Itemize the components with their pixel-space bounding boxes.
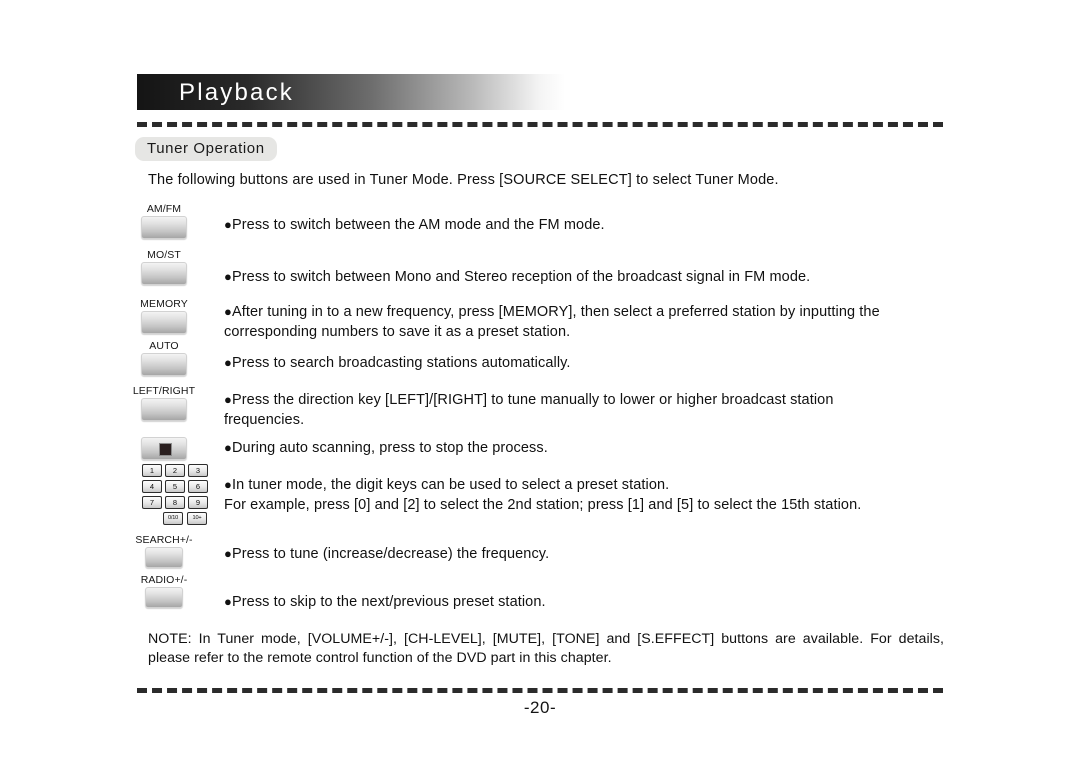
divider-top — [137, 122, 943, 127]
keypad-key-4: 4 — [142, 480, 162, 493]
button-label-left-right: LEFT/RIGHT — [132, 385, 196, 397]
numeric-keypad-graphic: 1 2 3 4 5 6 7 8 9 0/10 10+ — [142, 464, 208, 528]
keypad-key-3: 3 — [188, 464, 208, 477]
button-label-am-fm: AM/FM — [146, 203, 182, 215]
keypad-key-8: 8 — [165, 496, 185, 509]
keypad-key-5: 5 — [165, 480, 185, 493]
bullet-dot-icon: ● — [224, 217, 232, 232]
bullet-item-radio: ●Press to skip to the next/previous pres… — [224, 592, 948, 612]
bullet-item-digit-keys: ●In tuner mode, the digit keys can be us… — [224, 475, 948, 515]
bullet-dot-icon: ● — [224, 269, 232, 284]
bullet-item-left-right: ●Press the direction key [LEFT]/[RIGHT] … — [224, 390, 948, 430]
button-graphic-stop — [138, 436, 190, 460]
keypad-key-6: 6 — [188, 480, 208, 493]
page-title: Playback — [179, 79, 294, 106]
bullet-dot-icon: ● — [224, 304, 232, 319]
button-key-left-right — [141, 398, 187, 421]
button-graphic-auto: AUTO — [138, 340, 190, 376]
page-number: -20- — [523, 698, 557, 717]
button-graphic-radio: RADIO+/- — [132, 574, 196, 608]
bullet-item-mo-st: ●Press to switch between Mono and Stereo… — [224, 267, 948, 287]
button-key-am-fm — [141, 216, 187, 239]
note-line-1: NOTE: In Tuner mode, [VOLUME+/-], [CH-LE… — [148, 631, 892, 647]
bullet-text: In tuner mode, the digit keys can be use… — [231, 477, 670, 493]
bullet-text-line2: For example, press [0] and [2] to select… — [224, 497, 862, 513]
keypad-row: 4 5 6 — [142, 480, 208, 493]
keypad-row: 7 8 9 — [142, 496, 208, 509]
keypad-row: 1 2 3 — [142, 464, 208, 477]
bullet-dot-icon: ● — [224, 355, 232, 370]
bullet-text: Press to tune (increase/decrease) the fr… — [231, 546, 550, 562]
bullet-item-auto: ●Press to search broadcasting stations a… — [224, 353, 948, 373]
bullet-item-stop: ●During auto scanning, press to stop the… — [224, 438, 948, 458]
button-key-auto — [141, 353, 187, 376]
button-label-mo-st: MO/ST — [147, 249, 181, 261]
keypad-key-9: 9 — [188, 496, 208, 509]
stop-icon — [141, 437, 187, 460]
button-graphic-left-right: LEFT/RIGHT — [126, 385, 202, 421]
button-key-search — [145, 547, 183, 568]
button-key-radio — [145, 587, 183, 608]
bullet-text: Press to switch between the AM mode and … — [231, 217, 605, 233]
button-graphic-search: SEARCH+/- — [132, 534, 196, 568]
bullet-dot-icon: ● — [224, 440, 232, 455]
bullet-text: Press to search broadcasting stations au… — [231, 355, 571, 371]
keypad-key-2: 2 — [165, 464, 185, 477]
button-key-mo-st — [141, 262, 187, 285]
bullet-text: Press to switch between Mono and Stereo … — [231, 269, 811, 285]
stop-square-glyph — [158, 443, 172, 456]
divider-bottom — [137, 688, 943, 693]
keypad-key-10-plus: 10+ — [187, 512, 207, 525]
keypad-key-0-10: 0/10 — [163, 512, 183, 525]
button-label-search: SEARCH+/- — [135, 534, 193, 546]
bullet-text: Press to skip to the next/previous prese… — [231, 594, 546, 610]
button-label-radio: RADIO+/- — [140, 574, 188, 586]
bullet-dot-icon: ● — [224, 546, 232, 561]
bullet-item-search: ●Press to tune (increase/decrease) the f… — [224, 544, 948, 564]
intro-text: The following buttons are used in Tuner … — [148, 172, 779, 188]
bullet-dot-icon: ● — [224, 594, 232, 609]
bullet-text-line2: frequencies. — [224, 412, 305, 428]
button-graphic-memory: MEMORY — [132, 298, 196, 334]
bullet-text-line2: corresponding numbers to save it as a pr… — [224, 324, 571, 340]
bullet-text: Press the direction key [LEFT]/[RIGHT] t… — [231, 392, 834, 408]
bullet-text: After tuning in to a new frequency, pres… — [231, 304, 880, 320]
bullet-dot-icon: ● — [224, 477, 232, 492]
bullet-item-am-fm: ●Press to switch between the AM mode and… — [224, 215, 948, 235]
button-key-memory — [141, 311, 187, 334]
bullet-item-memory: ●After tuning in to a new frequency, pre… — [224, 302, 948, 342]
button-label-memory: MEMORY — [140, 298, 188, 310]
keypad-row: 0/10 10+ — [142, 512, 208, 525]
button-graphic-am-fm: AM/FM — [138, 203, 190, 239]
note-paragraph: NOTE: In Tuner mode, [VOLUME+/-], [CH-LE… — [148, 630, 944, 668]
button-label-auto: AUTO — [149, 340, 179, 352]
keypad-key-7: 7 — [142, 496, 162, 509]
keypad-key-1: 1 — [142, 464, 162, 477]
manual-page: Playback Tuner Operation The following b… — [0, 0, 1080, 761]
bullet-dot-icon: ● — [224, 392, 232, 407]
bullet-text: During auto scanning, press to stop the … — [231, 440, 548, 456]
page-header-banner: Playback — [137, 74, 565, 110]
button-graphic-mo-st: MO/ST — [138, 249, 190, 285]
section-label-tuner-operation: Tuner Operation — [135, 137, 277, 161]
